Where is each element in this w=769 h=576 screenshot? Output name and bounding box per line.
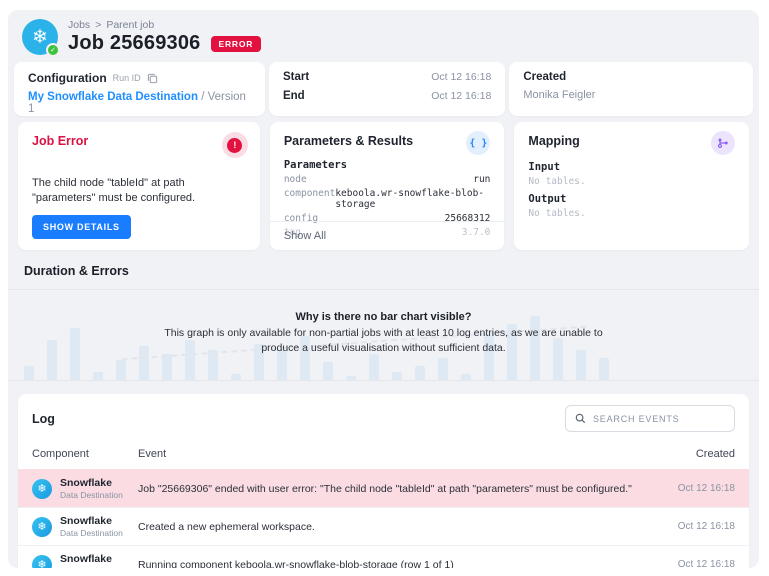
status-badge: ERROR bbox=[211, 36, 262, 52]
overview-row: Configuration Run ID My Snowflake Data D… bbox=[8, 62, 759, 116]
snowflake-icon: ❄ bbox=[32, 555, 52, 569]
copy-icon[interactable] bbox=[147, 73, 158, 84]
start-label: Start bbox=[283, 71, 309, 83]
breadcrumb-separator: > bbox=[95, 19, 101, 31]
mapping-input-label: Input bbox=[528, 161, 735, 173]
placeholder-bar bbox=[139, 346, 149, 380]
placeholder-bar bbox=[599, 358, 609, 380]
chart-empty-state: Why is there no bar chart visible? This … bbox=[149, 311, 619, 356]
run-id-label: Run ID bbox=[113, 73, 141, 83]
placeholder-bar bbox=[93, 372, 103, 380]
error-exclamation-icon: ! bbox=[222, 132, 248, 158]
log-table-header: Component Event Created bbox=[18, 440, 749, 469]
created-value: Monika Feigler bbox=[523, 89, 739, 101]
configuration-card: Configuration Run ID My Snowflake Data D… bbox=[14, 62, 265, 116]
log-row[interactable]: ❄ SnowflakeData Destination Job "25669306"… bbox=[18, 469, 749, 507]
created-card: Created Monika Feigler bbox=[509, 62, 753, 116]
show-all-link[interactable]: Show All bbox=[270, 221, 505, 250]
mapping-title: Mapping bbox=[528, 134, 579, 148]
snowflake-icon: ❄ bbox=[32, 479, 52, 499]
placeholder-bar bbox=[415, 366, 425, 380]
parameters-section-label: Parameters bbox=[284, 159, 491, 171]
breadcrumb-parent-job-link[interactable]: Parent job bbox=[106, 19, 154, 31]
breadcrumb: Jobs > Parent job bbox=[68, 19, 261, 31]
log-created-time: Oct 12 16:18 bbox=[647, 521, 735, 532]
detail-row: Job Error ! The child node "tableId" at … bbox=[8, 122, 759, 250]
placeholder-bar bbox=[70, 328, 80, 380]
created-label: Created bbox=[523, 71, 739, 83]
end-label: End bbox=[283, 90, 305, 102]
end-value: Oct 12 16:18 bbox=[431, 90, 491, 102]
log-component-name: Snowflake bbox=[60, 477, 123, 489]
page-header: ❄ ✓ Jobs > Parent job Job 25669306 ERROR bbox=[8, 10, 759, 62]
log-row[interactable]: ❄ SnowflakeData Destination Created a new … bbox=[18, 507, 749, 545]
column-event: Event bbox=[138, 448, 647, 460]
log-event-text: Job "25669306" ended with user error: "T… bbox=[138, 483, 647, 495]
configuration-link[interactable]: My Snowflake Data Destination bbox=[28, 91, 198, 103]
mapping-input-value: No tables. bbox=[528, 176, 735, 187]
log-card: Log Component Event Created ❄SnowflakeDa… bbox=[18, 394, 749, 568]
column-created: Created bbox=[647, 448, 735, 460]
success-check-badge-icon: ✓ bbox=[46, 43, 60, 57]
search-icon bbox=[575, 413, 586, 424]
parameters-results-card: Parameters & Results { } Parameters node… bbox=[270, 122, 505, 250]
mapping-card: Mapping Input No tables. Output No table… bbox=[514, 122, 749, 250]
log-component-type: Data Destination bbox=[60, 490, 123, 500]
code-braces-icon[interactable]: { } bbox=[466, 131, 490, 155]
mapping-output-value: No tables. bbox=[528, 208, 735, 219]
chart-empty-title: Why is there no bar chart visible? bbox=[149, 311, 619, 323]
start-value: Oct 12 16:18 bbox=[431, 71, 491, 83]
search-events-box[interactable] bbox=[565, 405, 735, 432]
log-event-text: Created a new ephemeral workspace. bbox=[138, 521, 647, 533]
breadcrumb-jobs-link[interactable]: Jobs bbox=[68, 19, 90, 31]
parameter-row: noderun bbox=[284, 174, 491, 185]
log-component-name: Snowflake bbox=[60, 515, 123, 527]
log-row[interactable]: ❄ SnowflakeData Destination Running compon… bbox=[18, 545, 749, 568]
mapping-branch-icon[interactable] bbox=[711, 131, 735, 155]
placeholder-bar bbox=[47, 340, 57, 380]
snowflake-icon: ❄ bbox=[32, 517, 52, 537]
log-rows: ❄SnowflakeData DestinationJob "25669306"… bbox=[18, 469, 749, 568]
job-detail-page: ❄ ✓ Jobs > Parent job Job 25669306 ERROR… bbox=[8, 10, 759, 568]
job-error-card: Job Error ! The child node "tableId" at … bbox=[18, 122, 260, 250]
placeholder-bar bbox=[461, 374, 471, 380]
placeholder-bar bbox=[116, 360, 126, 380]
column-component: Component bbox=[32, 448, 138, 460]
log-title: Log bbox=[32, 412, 55, 426]
log-component-name: Snowflake bbox=[60, 553, 123, 565]
placeholder-bar bbox=[438, 358, 448, 380]
timing-card: Start Oct 12 16:18 End Oct 12 16:18 bbox=[269, 62, 505, 116]
job-error-title: Job Error bbox=[32, 134, 246, 148]
placeholder-bar bbox=[346, 376, 356, 380]
log-created-time: Oct 12 16:18 bbox=[647, 483, 735, 494]
log-event-text: Running component keboola.wr-snowflake-b… bbox=[138, 559, 647, 569]
placeholder-bar bbox=[323, 362, 333, 380]
log-created-time: Oct 12 16:18 bbox=[647, 559, 735, 568]
chart-empty-message: This graph is only available for non-par… bbox=[149, 326, 619, 356]
duration-errors-title: Duration & Errors bbox=[8, 250, 759, 278]
placeholder-bar bbox=[369, 354, 379, 380]
parameters-results-title: Parameters & Results bbox=[284, 134, 413, 148]
parameter-row: componentkeboola.wr-snowflake-blob-stora… bbox=[284, 188, 491, 210]
search-events-input[interactable] bbox=[593, 414, 725, 424]
snowflake-component-icon: ❄ ✓ bbox=[22, 19, 58, 55]
duration-chart-placeholder: Why is there no bar chart visible? This … bbox=[8, 289, 759, 381]
placeholder-bar bbox=[162, 354, 172, 380]
configuration-label: Configuration bbox=[28, 71, 107, 85]
log-component-type: Data Destination bbox=[60, 566, 123, 568]
show-details-button[interactable]: SHOW DETAILS bbox=[32, 215, 131, 239]
mapping-output-label: Output bbox=[528, 193, 735, 205]
job-error-message: The child node "tableId" at path "parame… bbox=[32, 176, 246, 206]
placeholder-bar bbox=[392, 372, 402, 380]
placeholder-bar bbox=[24, 366, 34, 380]
log-component-type: Data Destination bbox=[60, 528, 123, 538]
page-title: Job 25669306 bbox=[68, 32, 201, 55]
placeholder-bar bbox=[231, 374, 241, 380]
